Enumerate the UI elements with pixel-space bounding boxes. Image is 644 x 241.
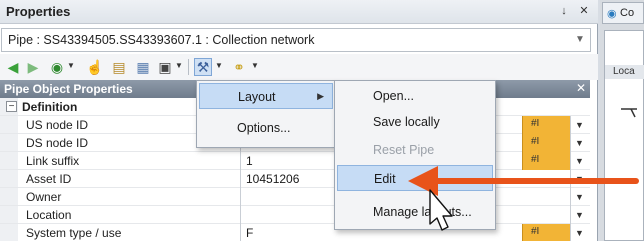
tools-dropdown-menu: Layout ▶ Options... [196,80,336,148]
screen: Properties ↓ ✕ Pipe : SS43394505.SS43393… [0,0,644,241]
chevron-down-icon[interactable]: ▼ [215,61,223,71]
side-window-panel: Loca [604,30,644,241]
flag-value: #I [531,118,540,129]
flag-cell[interactable]: #I [522,224,570,241]
menu-item-edit[interactable]: Edit [337,165,493,191]
chevron-down-icon[interactable]: ▼ [570,116,588,134]
menu-item-label: Layout [238,90,276,104]
toolbar-separator [188,59,189,75]
pointer-hand-icon[interactable]: ☝ [86,58,104,76]
menu-item-layout[interactable]: Layout ▶ [199,83,333,109]
chevron-down-icon[interactable]: ▼ [570,152,588,170]
network-node-icon [621,108,637,118]
window-title: Properties [6,4,71,19]
property-label: Link suffix [26,154,80,168]
table-row[interactable]: Link suffix 1 #I ▼ [0,152,590,170]
window-icon: ◉ [607,8,617,20]
menu-item-label: Reset Pipe [373,143,435,157]
chevron-down-icon[interactable]: ▼ [175,61,183,71]
compass-icon[interactable]: ◉ [48,58,66,76]
chevron-down-icon[interactable]: ▼ [570,188,588,206]
property-label: DS node ID [26,136,89,150]
side-window-tab[interactable]: ◉ Co [602,2,644,24]
table-row[interactable]: Owner ▼ [0,188,590,206]
table-row[interactable]: Asset ID 10451206 ▼ [0,170,590,188]
property-label: Owner [26,190,62,204]
property-label: System type / use [26,226,122,240]
menu-item-save-locally[interactable]: Save locally [337,109,493,135]
toolbar: ◀ ▶ ◉ ▼ ☝ ▤ ▦ ▣ ▼ ⚒ ▼ ⚭ ▼ [0,54,598,80]
layout-submenu: Open... Save locally Reset Pipe Edit Man… [334,80,496,230]
object-selector-dropdown[interactable]: Pipe : SS43394505.SS43393607.1 : Collect… [1,28,591,52]
submenu-arrow-icon: ▶ [317,91,324,101]
back-arrow-icon[interactable]: ◀ [4,58,22,76]
properties-titlebar: Properties ↓ ✕ [0,0,598,24]
menu-item-label: Edit [374,172,396,186]
side-window-title: Co [620,7,635,19]
collapse-icon[interactable]: − [6,101,17,112]
menu-item-label: Open... [373,89,414,103]
table-row[interactable]: Location ▼ [0,206,590,224]
side-panel-header: Loca [605,65,644,79]
close-icon[interactable]: ✕ [576,81,586,95]
side-panel-header-label: Loca [613,66,635,77]
pin-icon[interactable]: ↓ [556,3,572,19]
menu-item-options[interactable]: Options... [199,115,333,141]
key-icon[interactable]: ⚭ [230,58,248,76]
menu-item-open[interactable]: Open... [337,83,493,109]
object-selector-value: Pipe : SS43394505.SS43393607.1 : Collect… [8,33,315,47]
side-window: ◉ Co Loca [600,0,644,241]
close-icon[interactable]: ✕ [576,3,592,19]
menu-item-reset-pipe: Reset Pipe [337,137,493,163]
flag-value: #I [531,226,540,237]
document-icon[interactable]: ▤ [110,58,128,76]
chevron-down-icon[interactable]: ▼ [570,206,588,224]
property-label: Location [26,208,72,222]
chevron-down-icon[interactable]: ▼ [572,32,588,48]
chevron-down-icon[interactable]: ▼ [67,61,75,71]
chevron-down-icon[interactable]: ▼ [570,134,588,152]
flag-cell[interactable]: #I [522,116,570,134]
section-label: Definition [22,100,78,114]
flag-cell[interactable]: #I [522,134,570,152]
property-label: Asset ID [26,172,72,186]
property-label: US node ID [26,118,89,132]
flag-value: #I [531,136,540,147]
chevron-down-icon[interactable]: ▼ [251,61,259,71]
grid-header-title: Pipe Object Properties [4,82,133,96]
menu-item-label: Options... [237,121,291,135]
menu-item-label: Save locally [373,115,440,129]
property-value: 1 [246,154,253,168]
table-row[interactable]: System type / use F #I ▼ [0,224,590,241]
property-value: F [246,226,254,240]
chevron-down-icon[interactable]: ▼ [570,170,588,188]
menu-item-label: Manage layouts... [373,205,472,219]
tools-icon[interactable]: ⚒ [194,58,212,76]
flag-value: #I [531,154,540,165]
chevron-down-icon[interactable]: ▼ [570,224,588,241]
forward-arrow-icon[interactable]: ▶ [24,58,42,76]
menu-item-manage-layouts[interactable]: Manage layouts... [337,199,493,225]
save-icon[interactable]: ▣ [156,58,174,76]
table-icon[interactable]: ▦ [134,58,152,76]
property-value: 10451206 [246,172,300,186]
flag-cell[interactable]: #I [522,152,570,170]
